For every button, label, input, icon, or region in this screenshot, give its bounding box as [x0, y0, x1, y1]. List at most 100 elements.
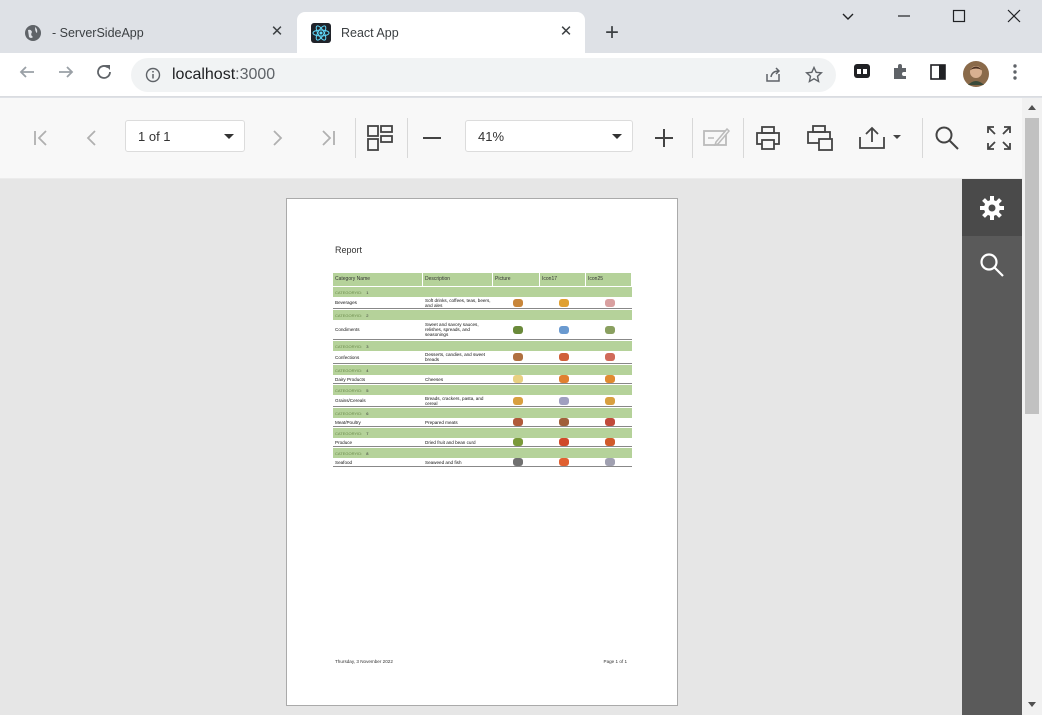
close-icon[interactable]: ✕: [557, 23, 575, 41]
browser-menu-icon[interactable]: [1001, 61, 1029, 89]
category-name-cell: Condiments: [335, 327, 360, 332]
gear-icon: [980, 195, 1004, 220]
description-cell: Sweet and savory sauces, relishes, sprea…: [425, 322, 479, 337]
scroll-up-arrow-icon[interactable]: [1027, 103, 1037, 111]
picture-cell: [493, 418, 540, 426]
url-host: localhost: [172, 66, 236, 83]
info-icon[interactable]: [145, 67, 161, 83]
category-name-cell: Beverages: [335, 300, 357, 305]
group-label: CATEGORYID:: [335, 431, 363, 436]
icon17-cell: [540, 396, 586, 405]
group-header: CATEGORYID: 3: [333, 341, 632, 351]
editing-fields-icon[interactable]: [698, 120, 734, 156]
puzzle-extensions-icon[interactable]: [886, 61, 914, 89]
reload-icon[interactable]: [90, 61, 118, 89]
export-icon[interactable]: [856, 120, 904, 156]
table-row: Meat/Poultry Prepared meats: [333, 418, 632, 427]
table-row: Beverages Soft drinks, coffees, teas, bee…: [333, 297, 632, 309]
zoom-selector-value: 41%: [478, 129, 505, 144]
last-page-icon[interactable]: [310, 120, 346, 156]
category-image: [559, 418, 569, 426]
browser-tab-strip: - ServerSideApp ✕ React App ✕ +: [0, 0, 1042, 53]
previous-page-icon[interactable]: [74, 120, 110, 156]
category-image: [512, 458, 523, 466]
category-image: [559, 375, 569, 383]
back-arrow-icon[interactable]: [13, 61, 41, 89]
search-icon[interactable]: [929, 120, 965, 156]
first-page-icon[interactable]: [23, 120, 59, 156]
tab-search-icon[interactable]: [830, 6, 866, 32]
viewer-side-panel: [962, 179, 1022, 715]
picture-cell: [493, 375, 540, 383]
category-image: [605, 325, 615, 334]
description-cell: Seaweed and fish: [425, 459, 462, 465]
search-panel-tab[interactable]: [962, 236, 1022, 293]
bookmark-star-icon[interactable]: [805, 66, 823, 84]
category-image: [605, 458, 615, 466]
description-cell: Desserts, candies, and sweet breads: [425, 352, 486, 362]
group-id: 8: [366, 451, 369, 456]
extension-icon[interactable]: [848, 61, 876, 89]
tab-serversideapp[interactable]: - ServerSideApp ✕: [10, 12, 296, 53]
group-id: 6: [366, 411, 369, 416]
url-text: localhost:3000: [172, 66, 275, 84]
category-image: [512, 298, 523, 307]
report-page: Report Category Name Description Picture…: [286, 198, 678, 706]
category-name-cell: Meat/Poultry: [335, 419, 361, 425]
close-icon[interactable]: ✕: [268, 23, 286, 41]
column-header: Icon17: [540, 273, 586, 286]
print-icon[interactable]: [750, 120, 786, 156]
print-page-icon[interactable]: [802, 120, 838, 156]
group-header: CATEGORYID: 4: [333, 365, 632, 375]
scroll-down-arrow-icon[interactable]: [1027, 701, 1037, 709]
avatar[interactable]: [962, 61, 990, 89]
zoom-in-icon[interactable]: [646, 120, 682, 156]
forward-arrow-icon[interactable]: [52, 61, 80, 89]
fullscreen-icon[interactable]: [981, 120, 1017, 156]
column-header: Picture: [493, 273, 540, 286]
zoom-selector[interactable]: 41%: [465, 120, 633, 152]
group-header: CATEGORYID: 7: [333, 428, 632, 438]
footer-date: Thursday, 3 November 2022: [335, 659, 393, 664]
zoom-out-icon[interactable]: [414, 120, 450, 156]
group-label: CATEGORYID:: [335, 388, 363, 393]
group-label: CATEGORYID:: [335, 344, 363, 349]
scrollbar-thumb[interactable]: [1025, 118, 1039, 414]
category-image: [605, 418, 615, 426]
address-bar[interactable]: localhost:3000: [131, 58, 836, 92]
group-label: CATEGORYID:: [335, 313, 363, 318]
tab-react-app[interactable]: React App ✕: [297, 12, 585, 53]
category-image: [512, 418, 523, 426]
description-cell: Cheeses: [425, 376, 444, 382]
description-cell: Dried fruit and bean curd: [425, 439, 476, 445]
table-row: Grains/Cereals Breads, crackers, pasta, a…: [333, 395, 632, 407]
category-image: [605, 396, 615, 405]
picture-cell: [493, 458, 540, 466]
page-selector[interactable]: 1 of 1: [125, 120, 245, 152]
category-image: [605, 353, 615, 361]
table-row: Confections Desserts, candies, and sweet …: [333, 351, 632, 364]
new-tab-button[interactable]: +: [598, 20, 626, 46]
minimize-button[interactable]: [886, 6, 922, 32]
toolbar-divider: [692, 118, 693, 158]
share-icon[interactable]: [765, 67, 783, 83]
group-label: CATEGORYID:: [335, 290, 363, 295]
browser-toolbar: localhost:3000: [0, 53, 1042, 97]
next-page-icon[interactable]: [259, 120, 295, 156]
category-image: [512, 375, 523, 383]
maximize-button[interactable]: [941, 6, 977, 32]
close-window-button[interactable]: [996, 6, 1032, 32]
side-panel-icon[interactable]: [924, 61, 952, 89]
category-image: [605, 298, 615, 307]
icon25-cell: [586, 438, 632, 446]
page-selector-value: 1 of 1: [138, 129, 171, 144]
multipage-view-icon[interactable]: [362, 120, 398, 156]
picture-cell: [493, 325, 540, 334]
toolbar-divider: [922, 118, 923, 158]
table-row: Seafood Seaweed and fish: [333, 458, 632, 467]
tab-title: React App: [341, 25, 399, 40]
toolbar-divider: [407, 118, 408, 158]
settings-tab[interactable]: [962, 179, 1022, 236]
icon25-cell: [586, 353, 632, 361]
scrollbar[interactable]: [1022, 98, 1042, 715]
